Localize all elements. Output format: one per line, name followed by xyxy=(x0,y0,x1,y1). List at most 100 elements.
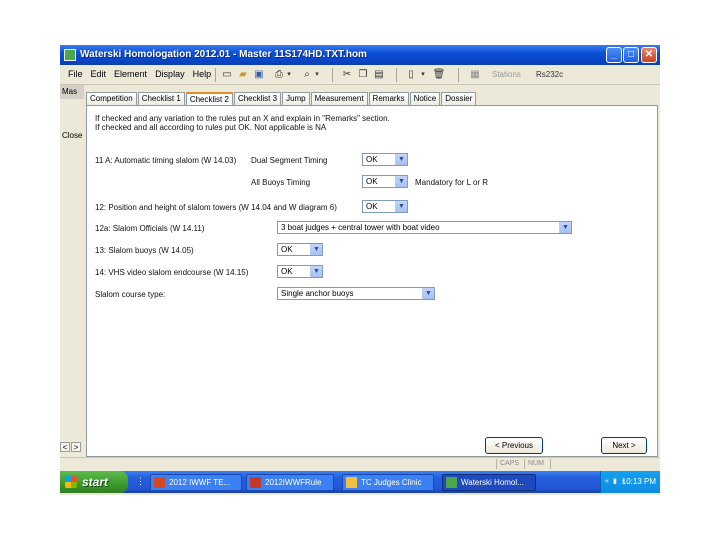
mandatory-note: Mandatory for L or R xyxy=(415,178,489,187)
menu-display[interactable]: Display xyxy=(155,69,185,79)
menu-file[interactable]: File xyxy=(68,69,83,79)
app-window: Waterski Homologation 2012.01 - Master 1… xyxy=(60,45,660,495)
tab-notice[interactable]: Notice xyxy=(409,92,441,105)
left-strip: Mas Close < > xyxy=(60,85,84,457)
menu-bar: File Edit Element Display Help xyxy=(68,69,219,79)
save-icon[interactable]: ▣ xyxy=(252,68,266,82)
automatic-timing-label: 11 A: Automatic timing slalom (W 14.03) xyxy=(95,156,237,165)
toolbar-separator xyxy=(215,68,216,82)
clock[interactable]: 10:13 PM xyxy=(622,477,656,486)
tab-checklist-3[interactable]: Checklist 3 xyxy=(233,92,282,105)
taskbar-item-label: TC Judges Clinic xyxy=(361,478,422,487)
scroll-left-icon[interactable]: < xyxy=(60,442,70,452)
menu-help[interactable]: Help xyxy=(193,69,212,79)
minimize-button[interactable]: _ xyxy=(606,47,622,63)
toolbar-separator xyxy=(396,68,397,82)
caps-indicator: CAPS xyxy=(496,459,522,469)
all-buoys-value: OK xyxy=(366,177,378,186)
taskbar-item-iwwf-te[interactable]: 2012 IWWF TE... xyxy=(150,474,242,491)
chevron-down-icon[interactable]: ▼ xyxy=(310,244,322,255)
window-title: Waterski Homologation 2012.01 - Master 1… xyxy=(80,49,367,60)
chevron-down-icon[interactable]: ▼ xyxy=(559,222,571,233)
system-tray: « ▮ ◖ 10:13 PM xyxy=(600,471,660,493)
taskbar-item-label: 2012IWWFRule xyxy=(265,478,322,487)
scroll-arrows: < > xyxy=(60,442,84,454)
paste-icon[interactable]: ▤ xyxy=(372,68,386,82)
close-button[interactable]: ✕ xyxy=(641,47,657,63)
slalom-officials-value: 3 boat judges + central tower with boat … xyxy=(281,223,440,232)
dual-segment-select[interactable]: OK ▼ xyxy=(362,153,408,166)
quick-launch-icon[interactable]: ⋮ xyxy=(136,476,146,488)
folder-icon xyxy=(346,477,357,488)
chevron-down-icon[interactable]: ▼ xyxy=(395,201,407,212)
status-bar: CAPS NUM xyxy=(60,457,660,469)
vhs-video-label: 14: VHS video slalom endcourse (W 14.15) xyxy=(95,268,249,277)
taskbar-item-waterski[interactable]: Waterski Homol... xyxy=(442,474,536,491)
print-dropdown-icon[interactable]: ▾ xyxy=(282,68,296,82)
stations-icon[interactable]: ▦ xyxy=(468,68,482,82)
taskbar-item-iwwf-rule[interactable]: 2012IWWFRule xyxy=(246,474,334,491)
slalom-towers-label: 12: Position and height of slalom towers… xyxy=(95,203,337,212)
checklist-2-panel: If checked and any variation to the rule… xyxy=(86,105,658,457)
tab-measurement[interactable]: Measurement xyxy=(310,92,368,105)
chevron-down-icon[interactable]: ▼ xyxy=(310,266,322,277)
close-label[interactable]: Close xyxy=(62,131,82,140)
open-folder-icon[interactable]: ▰ xyxy=(236,68,250,82)
taskbar-item-tc-judges[interactable]: TC Judges Clinic xyxy=(342,474,434,491)
chevron-down-icon[interactable]: ▼ xyxy=(395,176,407,187)
tab-dossier[interactable]: Dossier xyxy=(441,92,477,105)
tab-strip: Competition Checklist 1 Checklist 2 Checkli… xyxy=(86,92,477,106)
slalom-officials-label: 12a: Slalom Officials (W 14.11) xyxy=(95,224,205,233)
vhs-video-value: OK xyxy=(281,267,293,276)
tab-checklist-1[interactable]: Checklist 1 xyxy=(137,92,185,105)
vhs-video-select[interactable]: OK ▼ xyxy=(277,265,323,278)
slalom-towers-select[interactable]: OK ▼ xyxy=(362,200,408,213)
port-label[interactable]: Rs232c xyxy=(536,70,563,79)
chevron-down-icon[interactable]: ▼ xyxy=(422,288,434,299)
powerpoint-icon xyxy=(154,477,165,488)
page-dropdown-icon[interactable]: ▾ xyxy=(416,68,430,82)
status-cell xyxy=(550,459,658,469)
windows-logo-icon xyxy=(65,476,77,488)
slalom-officials-select[interactable]: 3 boat judges + central tower with boat … xyxy=(277,221,572,234)
maximize-button[interactable]: □ xyxy=(623,47,639,63)
taskbar-item-label: Waterski Homol... xyxy=(461,478,524,487)
preview-dropdown-icon[interactable]: ▾ xyxy=(310,68,324,82)
start-label: start xyxy=(82,475,109,489)
previous-button[interactable]: < Previous xyxy=(485,437,543,454)
slalom-towers-value: OK xyxy=(366,202,378,211)
network-icon[interactable]: ▮ xyxy=(613,477,620,486)
tab-remarks[interactable]: Remarks xyxy=(368,92,409,105)
num-indicator: NUM xyxy=(524,459,548,469)
next-button[interactable]: Next > xyxy=(601,437,647,454)
menu-edit[interactable]: Edit xyxy=(91,69,107,79)
menu-toolbar-row: File Edit Element Display Help ▭ ▰ ▣ ⎙ ▾ ⌕ ▾… xyxy=(60,65,660,85)
menu-element[interactable]: Element xyxy=(114,69,147,79)
all-buoys-select[interactable]: OK ▼ xyxy=(362,175,408,188)
slalom-buoys-label: 13: Slalom buoys (W 14.05) xyxy=(95,246,194,255)
slalom-buoys-value: OK xyxy=(281,245,293,254)
course-type-label: Slalom course type: xyxy=(95,290,166,299)
slalom-buoys-select[interactable]: OK ▼ xyxy=(277,243,323,256)
title-bar[interactable]: Waterski Homologation 2012.01 - Master 1… xyxy=(60,45,660,65)
copy-icon[interactable]: ❐ xyxy=(356,68,370,82)
new-file-icon[interactable]: ▭ xyxy=(220,68,234,82)
course-type-value: Single anchor buoys xyxy=(281,289,354,298)
instruction-note: If checked and all according to rules pu… xyxy=(95,123,327,132)
tab-checklist-2[interactable]: Checklist 2 xyxy=(185,92,233,106)
start-button[interactable]: start xyxy=(60,471,128,493)
taskbar-item-label: 2012 IWWF TE... xyxy=(169,478,231,487)
stations-label[interactable]: Stations xyxy=(492,70,521,79)
dual-segment-value: OK xyxy=(366,155,378,164)
master-tab[interactable]: Mas xyxy=(60,85,84,99)
all-buoys-label: All Buoys Timing xyxy=(251,178,311,187)
toolbar-separator xyxy=(458,68,459,82)
delete-icon[interactable]: 🗑 xyxy=(432,68,446,82)
course-type-select[interactable]: Single anchor buoys ▼ xyxy=(277,287,435,300)
tab-competition[interactable]: Competition xyxy=(86,92,137,105)
cut-icon[interactable]: ✂ xyxy=(340,68,354,82)
chevron-down-icon[interactable]: ▼ xyxy=(395,154,407,165)
scroll-right-icon[interactable]: > xyxy=(71,442,81,452)
tab-jump[interactable]: Jump xyxy=(282,92,310,105)
expand-tray-icon[interactable]: « xyxy=(605,477,612,486)
